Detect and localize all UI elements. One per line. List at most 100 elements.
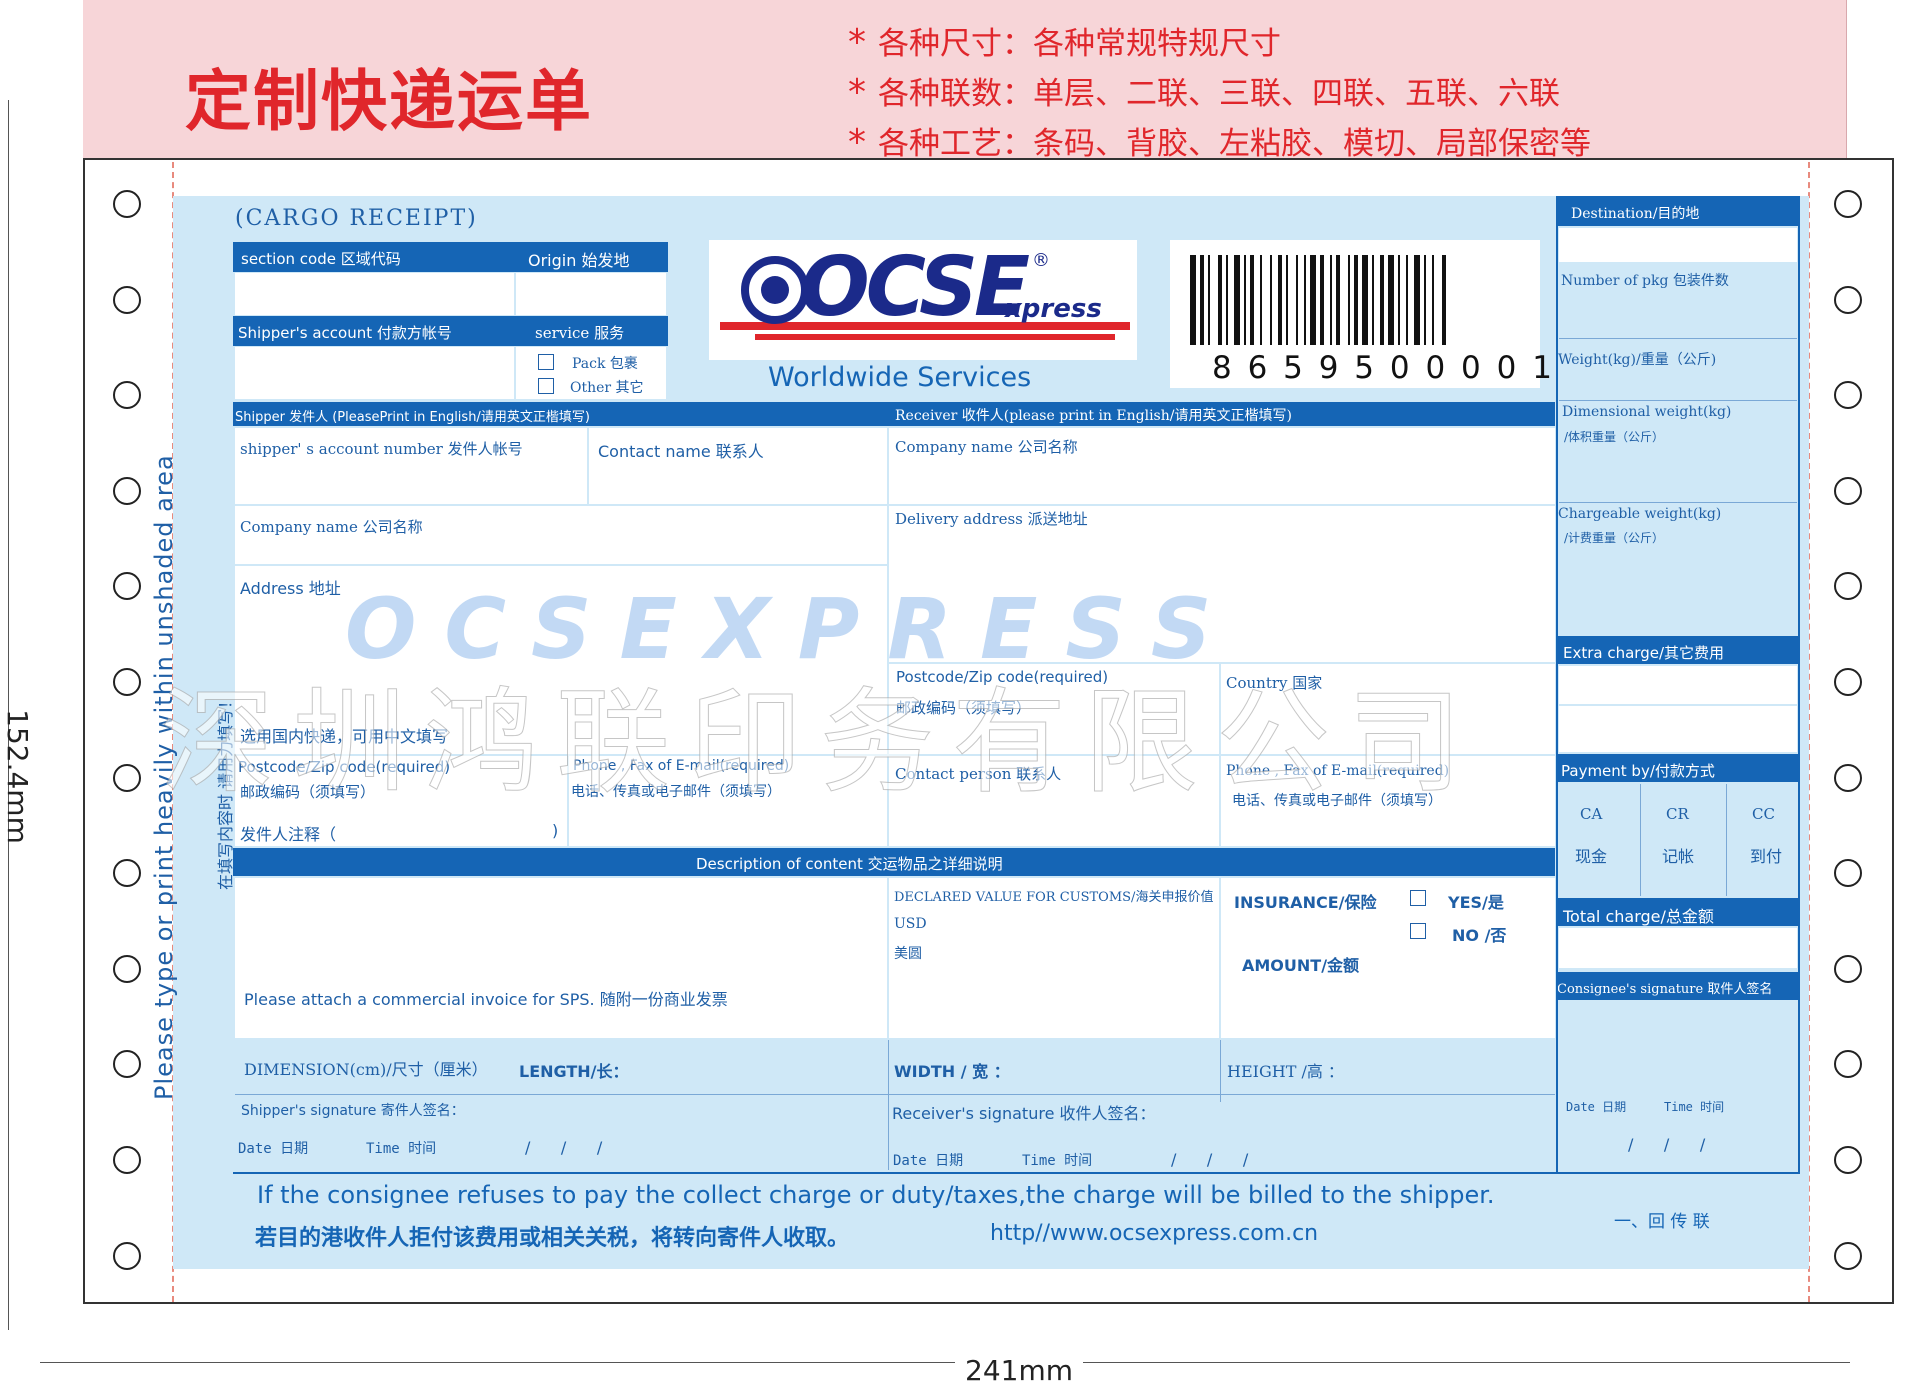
barcode-bar [1244,255,1246,345]
barcode-bar [1372,255,1374,345]
barcode-bar [1380,255,1384,345]
shipper-note-close: ) [552,821,559,840]
extra-charge-field-2[interactable] [1559,706,1797,752]
other-label: Other 其它 [570,380,644,396]
insurance-yes-checkbox[interactable] [1410,890,1426,906]
section-code-label: section code 区域代码 [241,250,401,268]
payment-ca[interactable]: CA [1580,805,1602,823]
shipper-account-field[interactable] [235,347,514,399]
receiver-time-label: Time 时间 [1022,1153,1093,1169]
barcode-bar [1330,255,1332,345]
barcode-bar [1190,255,1196,345]
barcode-bar [1250,255,1254,345]
width-dimension-label: 241mm [955,1354,1083,1387]
total-charge-label: Total charge/总金额 [1563,907,1714,926]
payment-ca-cn: 现金 [1575,847,1608,866]
tractor-hole-icon [1834,859,1862,888]
insurance-yes-label: YES/是 [1448,893,1504,912]
barcode-bar [1260,255,1262,345]
tractor-hole-icon [113,285,141,314]
tractor-hole-icon [1834,476,1862,505]
service-label: service 服务 [535,324,625,342]
receiver-date-label: Date 日期 [893,1153,964,1169]
logo-xpress: xpress [1005,294,1102,324]
pack-label: Pack 包裹 [572,356,638,372]
barcode-bar [1310,255,1316,345]
shipper-note-label: 发件人注释（ [240,825,337,844]
shipper-company-label: Company name 公司名称 [240,518,423,536]
insurance-no-checkbox[interactable] [1410,923,1426,939]
delivery-address-label: Delivery address 派送地址 [895,510,1088,528]
barcode-bar [1442,255,1446,345]
banner-title: 定制快递运单 [185,63,593,140]
tractor-hole-icon [1834,954,1862,983]
description-field[interactable] [235,878,887,1038]
destination-field[interactable] [1559,228,1797,262]
other-checkbox[interactable] [538,378,554,394]
star-icon: * [848,72,866,113]
worldwide-services: Worldwide Services [768,362,1032,393]
footer-url[interactable]: http//www.ocsexpress.com.cn [990,1221,1318,1246]
width-dimension-line [40,1362,1850,1363]
yuan-label: 美圆 [894,946,922,962]
height-dimension-label: 152.4mm [0,709,34,844]
divider [1559,400,1797,401]
payment-cc-cn: 到付 [1750,847,1783,866]
invoice-note: Please attach a commercial invoice for S… [244,990,728,1009]
consignee-date-label: Date 日期 [1566,1100,1627,1114]
tractor-hole-icon [1834,190,1862,218]
shipper-date-label: Date 日期 [238,1141,309,1157]
footer-note-en: If the consignee refuses to pay the coll… [257,1181,1495,1209]
tractor-hole-icon [1834,668,1862,696]
barcode-bar [1218,255,1222,345]
tractor-hole-icon [1834,1146,1862,1174]
barcode-bar [1208,255,1210,345]
consignee-date-slashes: / / / [1628,1135,1706,1154]
payment-cr[interactable]: CR [1666,805,1689,823]
barcode-bar [1414,255,1420,345]
tractor-hole-icon [113,381,141,410]
total-charge-field[interactable] [1559,928,1797,968]
dim-weight-label: Dimensional weight(kg) [1562,404,1732,420]
chargeable-weight-cn: /计费重量（公斤） [1564,531,1665,545]
declared-value-label: DECLARED VALUE FOR CUSTOMS/海关申报价值 [894,890,1214,905]
barcode-bar [1234,255,1240,345]
tractor-hole-icon [1834,1241,1862,1270]
origin-field[interactable] [516,273,666,315]
tractor-hole-icon [1834,285,1862,314]
origin-label: Origin 始发地 [528,251,630,270]
payment-label: Payment by/付款方式 [1561,762,1715,780]
chargeable-weight-label: Chargeable weight(kg) [1558,506,1722,522]
consignee-time-label: Time 时间 [1664,1100,1725,1114]
divider [1798,196,1800,1174]
star-icon: * [848,22,866,63]
spec-line-1: * 各种尺寸：各种常规特规尺寸 [848,22,1281,63]
divider [1640,784,1641,896]
barcode-bar [1354,255,1358,345]
payment-cc[interactable]: CC [1752,805,1775,823]
star-icon: * [848,122,866,163]
divider [233,1172,1799,1174]
divider [1220,1040,1221,1102]
section-code-field[interactable] [235,273,514,315]
spec-line-3: * 各种工艺：条码、背胶、左粘胶、模切、局部保密等 [848,122,1591,163]
weight-label: Weight(kg)/重量（公斤) [1558,352,1717,368]
barcode-bar [1286,255,1288,345]
divider [235,1094,1555,1095]
shipper-account-number-label: shipper' s account number 发件人帐号 [240,440,523,458]
extra-charge-label: Extra charge/其它费用 [1563,644,1725,662]
number-pkg-label: Number of pkg 包装件数 [1561,273,1729,289]
shipper-account-label: Shipper's account 付款方帐号 [238,324,452,342]
tractor-hole-icon [1834,763,1862,792]
shipper-time-label: Time 时间 [366,1141,437,1157]
barcode-bar [1304,255,1306,345]
divider [1559,502,1797,503]
tractor-hole-icon [113,476,141,505]
pack-checkbox[interactable] [538,354,554,370]
shipper-signature-label: Shipper's signature 寄件人签名： [241,1103,465,1119]
barcode-bar [1270,255,1272,345]
contact-name-label: Contact name 联系人 [598,442,764,461]
barcode-bar [1398,255,1400,345]
description-label: Description of content 交运物品之详细说明 [696,855,1003,873]
extra-charge-field-1[interactable] [1559,666,1797,704]
